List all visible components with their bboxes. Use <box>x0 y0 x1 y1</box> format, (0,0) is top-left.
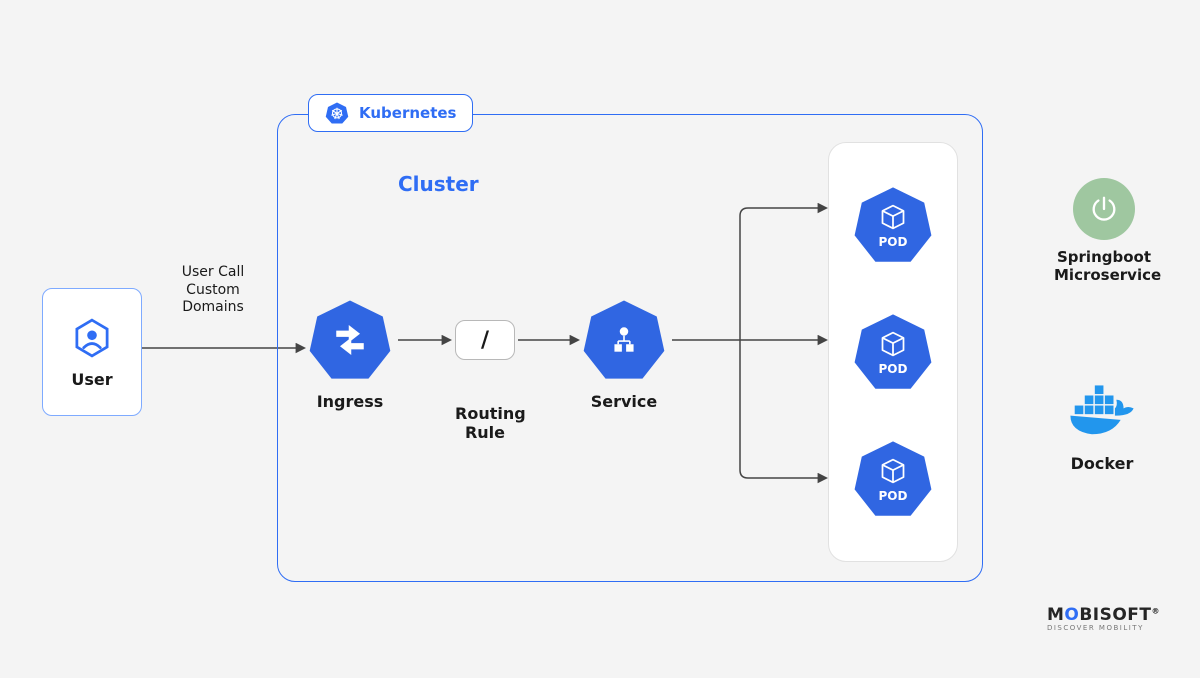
cube-icon <box>853 203 933 231</box>
arrow-label-user-ingress: User Call Custom Domains <box>158 264 268 317</box>
kubernetes-icon <box>325 101 349 125</box>
docker-node: Docker <box>1052 384 1152 473</box>
service-icon <box>582 298 666 382</box>
cube-icon <box>853 330 933 358</box>
user-icon <box>70 316 114 364</box>
service-label: Service <box>582 392 666 411</box>
cluster-title: Cluster <box>398 172 479 196</box>
routing-rule-symbol: / <box>455 320 515 360</box>
diagram-canvas: Kubernetes Cluster User User Call Custom… <box>10 10 1190 650</box>
docker-label: Docker <box>1052 454 1152 473</box>
springboot-label: Springboot Microservice <box>1054 248 1154 284</box>
brand-logo: MOBISOFT® DISCOVER MOBILITY <box>1047 605 1160 632</box>
user-label: User <box>71 370 112 389</box>
routing-rule-label: Routing Rule <box>455 404 515 442</box>
kubernetes-badge: Kubernetes <box>308 94 473 132</box>
ingress-label: Ingress <box>308 392 392 411</box>
pod-label: POD <box>853 362 933 376</box>
docker-icon <box>1052 384 1152 444</box>
ingress-node: Ingress <box>308 298 392 382</box>
springboot-node: Springboot Microservice <box>1054 178 1154 284</box>
brand-tagline: DISCOVER MOBILITY <box>1047 624 1160 632</box>
kubernetes-badge-label: Kubernetes <box>359 104 456 122</box>
cube-icon <box>853 457 933 485</box>
user-node: User <box>42 288 142 416</box>
pod-node: POD <box>853 312 933 392</box>
springboot-icon <box>1073 178 1135 240</box>
pod-node: POD <box>853 439 933 519</box>
pods-panel: POD POD POD <box>828 142 958 562</box>
pod-label: POD <box>853 489 933 503</box>
pod-node: POD <box>853 185 933 265</box>
ingress-icon <box>308 298 392 382</box>
service-node: Service <box>582 298 666 382</box>
routing-rule-node: / Routing Rule <box>455 320 515 442</box>
pod-label: POD <box>853 235 933 249</box>
